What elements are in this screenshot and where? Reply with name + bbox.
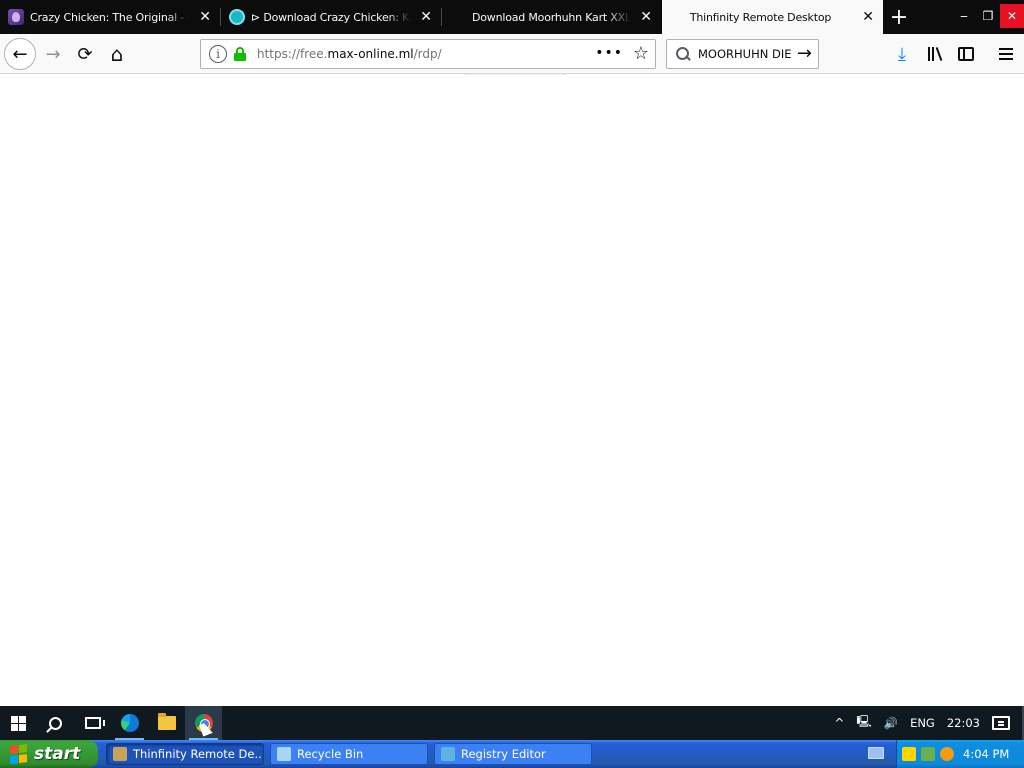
tab-label: ⊳ Download Crazy Chicken: Kart [251, 10, 411, 24]
search-bar[interactable]: MOORHUHN DIE → [666, 39, 819, 69]
start-label: start [34, 744, 81, 764]
tab-close-icon[interactable]: ✕ [857, 6, 879, 28]
game-favicon-icon [8, 9, 24, 25]
remote-start-button[interactable] [0, 706, 37, 740]
recycle-bin-icon [277, 747, 291, 761]
tab-close-icon[interactable]: ✕ [415, 6, 437, 28]
tab-label: Crazy Chicken: The Original - Old Games … [30, 10, 190, 24]
remote-clock[interactable]: 22:03 [941, 706, 986, 740]
edge-icon [120, 714, 139, 732]
url-text[interactable]: https://free.max-online.ml/rdp/ [257, 47, 442, 61]
browser-app-icon [113, 747, 127, 761]
site-info-icon[interactable]: i [209, 45, 227, 63]
notifications-icon [992, 716, 1010, 730]
close-window-button[interactable]: ✕ [1000, 4, 1024, 28]
xp-clock[interactable]: 4:04 PM [963, 747, 1009, 761]
tab-label: Thinfinity Remote Desktop [689, 10, 832, 24]
xp-task-label: Thinfinity Remote De... [133, 747, 264, 761]
search-input[interactable]: MOORHUHN DIE [698, 47, 792, 61]
tab-close-icon[interactable]: ✕ [635, 6, 657, 28]
library-icon [928, 47, 943, 61]
network-status-icon[interactable] [921, 747, 935, 761]
address-bar[interactable]: i https://free.max-online.ml/rdp/ ••• ☆ [200, 39, 656, 69]
chrome-taskbar-button[interactable] [185, 706, 222, 740]
task-view-button[interactable] [74, 706, 111, 740]
task-view-icon [84, 717, 105, 729]
xp-task-recycle-bin[interactable]: Recycle Bin [270, 743, 428, 765]
keyboard-icon[interactable] [868, 747, 884, 759]
navigation-toolbar: ← → ⟳ ⌂ i https://free.max-online.ml/rdp… [0, 34, 1024, 74]
volume-icon[interactable]: 🔊 [878, 706, 904, 740]
tab-strip: Crazy Chicken: The Original - Old Games … [0, 0, 1024, 34]
minimize-button[interactable]: ‒ [952, 4, 976, 28]
tab-thinfinity-remote-desktop[interactable]: Thinfinity Remote Desktop ✕ [662, 0, 883, 34]
search-icon [49, 716, 62, 730]
remote-taskbar: ^ 🖳 🔊 ENG 22:03 [0, 706, 1024, 740]
show-hidden-icons-button[interactable]: ^ [828, 706, 850, 740]
page-actions-button[interactable]: ••• [595, 45, 623, 61]
sidebar-button[interactable] [950, 38, 982, 70]
new-tab-button[interactable]: + [884, 0, 914, 34]
home-button[interactable]: ⌂ [101, 38, 133, 70]
window-controls: ‒ ❐ ✕ [952, 0, 1024, 34]
forward-button[interactable]: → [37, 38, 69, 70]
security-shield-icon[interactable] [902, 747, 916, 761]
lock-icon[interactable] [233, 47, 247, 61]
reload-button[interactable]: ⟳ [69, 38, 101, 70]
xp-task-registry-editor[interactable]: Registry Editor [434, 743, 592, 765]
tab-crazy-chicken-original[interactable]: Crazy Chicken: The Original - Old Games … [0, 0, 220, 34]
edge-taskbar-button[interactable] [111, 706, 148, 740]
hamburger-icon [999, 48, 1013, 60]
restore-button[interactable]: ❐ [976, 4, 1000, 28]
windows-logo-icon [11, 715, 26, 731]
menu-button[interactable] [990, 38, 1022, 70]
bookmark-star-icon[interactable]: ☆ [633, 43, 649, 64]
sidebar-icon [958, 47, 974, 61]
tab-download-moorhuhn-kart[interactable]: Download Moorhuhn Kart XXL (Windows) ✕ [442, 0, 661, 34]
tab-label: Download Moorhuhn Kart XXL (Windows) [472, 10, 631, 24]
windows-flag-icon [10, 744, 28, 764]
search-tray-icon[interactable] [940, 747, 954, 761]
xp-task-label: Registry Editor [461, 747, 546, 761]
registry-editor-icon [441, 747, 455, 761]
remote-desktop-canvas[interactable] [0, 75, 1024, 706]
tab-download-crazy-chicken-kart[interactable]: ⊳ Download Crazy Chicken: Kart ✕ [221, 0, 441, 34]
network-icon[interactable]: 🖳 [850, 706, 877, 740]
folder-icon [157, 713, 176, 730]
xp-task-label: Recycle Bin [297, 747, 364, 761]
downloads-button[interactable]: ⤓ [886, 38, 918, 70]
back-button[interactable]: ← [4, 38, 36, 70]
xp-start-button[interactable]: start [0, 740, 98, 768]
search-icon[interactable] [675, 46, 691, 62]
remote-system-tray: ^ 🖳 🔊 ENG 22:03 [828, 706, 1024, 740]
library-button[interactable] [918, 38, 950, 70]
xp-notification-area: 4:04 PM [896, 740, 1024, 768]
language-indicator[interactable]: ENG [904, 706, 941, 740]
file-explorer-taskbar-button[interactable] [148, 706, 185, 740]
remote-search-button[interactable] [37, 706, 74, 740]
search-go-icon[interactable]: → [797, 43, 812, 64]
refresh-favicon-icon [229, 9, 245, 25]
xp-task-thinfinity[interactable]: Thinfinity Remote De... [106, 743, 264, 765]
action-center-button[interactable] [986, 706, 1016, 740]
tab-close-icon[interactable]: ✕ [194, 6, 216, 28]
xp-taskbar: start Thinfinity Remote De... Recycle Bi… [0, 740, 1024, 768]
